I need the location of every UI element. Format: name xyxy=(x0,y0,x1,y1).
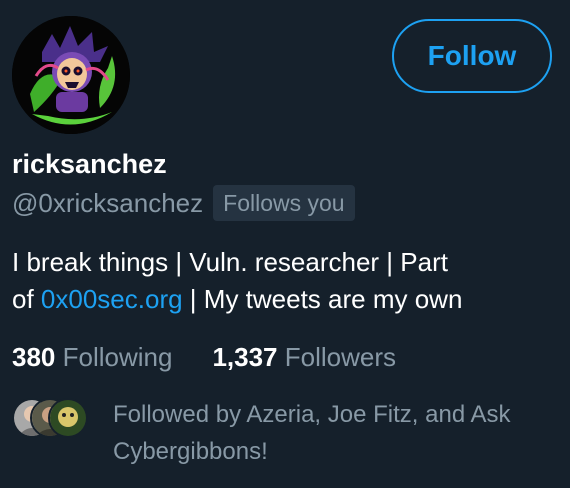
followed-by-section: Followed by Azeria, Joe Fitz, and Ask Cy… xyxy=(12,396,562,476)
followed-by-text[interactable]: Followed by Azeria, Joe Fitz, and Ask Cy… xyxy=(113,396,553,470)
cartoon-avatar-icon xyxy=(50,400,86,436)
profile-avatar[interactable] xyxy=(12,16,130,134)
followers-label: Followers xyxy=(284,342,397,372)
profile-bio: I break things | Vuln. researcher | Part… xyxy=(12,244,562,318)
user-handle: @0xricksanchez xyxy=(12,188,204,218)
following-stat[interactable]: 380 Following xyxy=(12,339,172,375)
following-count: 380 xyxy=(12,342,56,372)
display-name: ricksanchez xyxy=(12,149,167,179)
follow-button[interactable]: Follow xyxy=(392,19,552,93)
skull-avatar-icon xyxy=(12,16,130,134)
followed-by-avatars xyxy=(12,398,92,438)
bio-line-1: I break things | Vuln. researcher | Part xyxy=(12,247,448,277)
handle-row: @0xricksanchez Follows you xyxy=(12,184,355,222)
bio-line-2-prefix: of xyxy=(12,284,41,314)
follower-avatar-3[interactable] xyxy=(48,398,88,438)
followers-stat[interactable]: 1,337 Followers xyxy=(212,339,396,375)
following-label: Following xyxy=(62,342,173,372)
profile-card: Follow ricksanchez @0xricksanchez Follow… xyxy=(0,0,570,488)
followers-count: 1,337 xyxy=(212,342,278,372)
follows-you-badge: Follows you xyxy=(213,185,355,221)
bio-line-2-suffix: | My tweets are my own xyxy=(182,284,463,314)
bio-website-link[interactable]: 0x00sec.org xyxy=(41,284,183,314)
profile-stats: 380 Following 1,337 Followers xyxy=(12,339,436,375)
bio-line-2: of 0x00sec.org | My tweets are my own xyxy=(12,281,562,318)
